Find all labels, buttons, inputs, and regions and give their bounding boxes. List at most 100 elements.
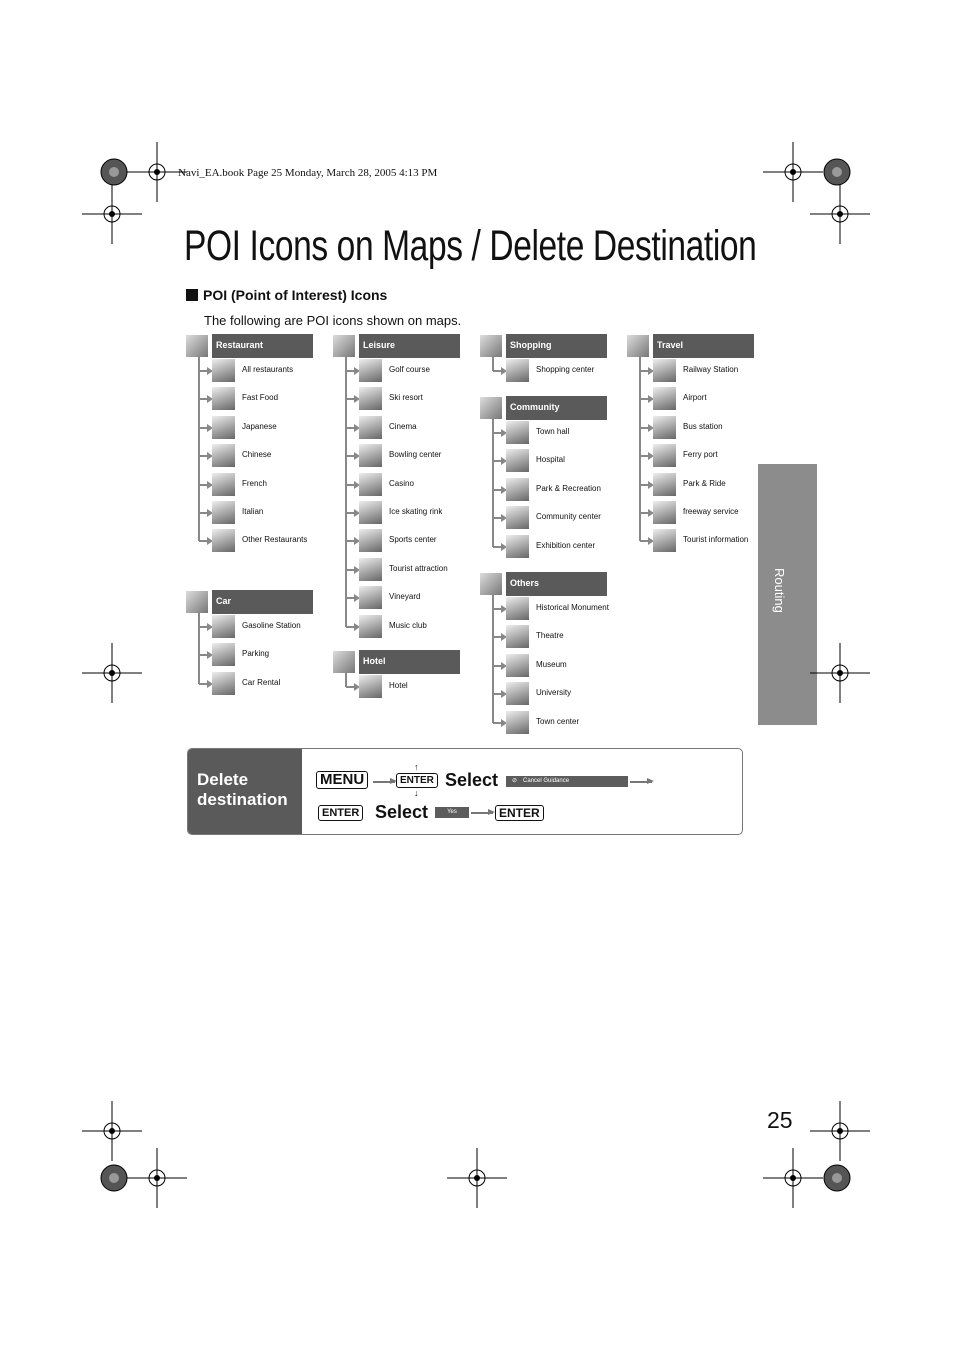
- group-header: Restaurant: [212, 334, 313, 358]
- arrow-icon: [199, 423, 213, 432]
- starburst-mark-icon: [100, 158, 128, 186]
- arrow-icon: [199, 452, 213, 461]
- arrow-icon: [640, 395, 654, 404]
- down-arrow-icon: ↓: [414, 788, 419, 798]
- poi-label: Tourist information: [683, 535, 749, 545]
- cancel-icon: ⊘: [512, 778, 518, 784]
- poi-label: Ice skating rink: [389, 507, 443, 516]
- poi-label: French: [242, 478, 267, 488]
- tree-line: [198, 612, 200, 684]
- poi-label: Town hall: [536, 427, 570, 436]
- group-header: Travel: [653, 334, 754, 358]
- tree-line: [492, 594, 494, 723]
- poi-icon: [506, 653, 529, 677]
- poi-label: Chinese: [242, 450, 272, 460]
- poi-label: Car Rental: [242, 677, 281, 687]
- delete-destination-label: Delete destination: [188, 749, 302, 834]
- poi-icon: [359, 675, 382, 698]
- poi-label: Park & Ride: [683, 478, 726, 488]
- arrow-icon: [493, 661, 507, 670]
- arrow-icon: [199, 395, 213, 404]
- poi-label: Tourist attraction: [389, 563, 448, 573]
- poi-icon: [506, 506, 529, 530]
- cancel-guidance-label: Cancel Guidance: [523, 778, 570, 784]
- poi-icon: [506, 682, 529, 706]
- section-heading: POI (Point of Interest) Icons: [186, 287, 387, 303]
- crosshair-mark-icon: [763, 1148, 823, 1208]
- arrow-icon: [493, 718, 507, 727]
- poi-label: Community center: [536, 512, 601, 522]
- group-header: Car: [212, 590, 313, 614]
- poi-label: Japanese: [242, 421, 277, 431]
- tree-line: [492, 418, 494, 547]
- poi-icon: [212, 387, 235, 411]
- starburst-mark-icon: [823, 158, 851, 186]
- poi-label: Museum: [536, 659, 567, 669]
- select-text: Select: [445, 770, 499, 790]
- poi-icon: [359, 415, 382, 439]
- poi-label: Ferry port: [683, 450, 718, 460]
- poi-label: Cinema: [389, 421, 417, 431]
- group-header: Others: [506, 572, 607, 596]
- starburst-mark-icon: [100, 1164, 128, 1192]
- poi-icon: [506, 421, 529, 444]
- shopping-category-icon: [480, 335, 502, 357]
- arrow-icon: [493, 457, 507, 466]
- delete-destination-box: Delete destination MENU ENTER ↑ ↓ Select…: [187, 748, 743, 835]
- crosshair-mark-icon: [82, 184, 142, 244]
- poi-icon: [359, 472, 382, 496]
- arrow-icon: [640, 480, 654, 489]
- arrow-icon: [493, 542, 507, 551]
- intro-text: The following are POI icons shown on map…: [204, 313, 462, 328]
- arrow-icon: [199, 537, 213, 546]
- side-tab-label: Routing: [772, 568, 787, 613]
- arrow-icon: [346, 367, 360, 375]
- yes-item: Yes: [435, 807, 469, 818]
- tree-line: [345, 672, 347, 687]
- crosshair-mark-icon: [810, 643, 870, 703]
- poi-icon: [359, 586, 382, 610]
- poi-icon: [506, 449, 529, 473]
- poi-label: Bus station: [683, 421, 723, 431]
- poi-label: Railway Station: [683, 365, 739, 374]
- arrow-icon: [199, 509, 213, 517]
- poi-icon: [653, 472, 676, 496]
- arrow-icon: [346, 537, 360, 546]
- arrow-icon: [199, 367, 213, 375]
- section-heading-text: POI (Point of Interest) Icons: [203, 287, 388, 303]
- poi-label: Historical Monument: [536, 603, 609, 612]
- poi-label: Town center: [536, 716, 580, 726]
- poi-icon: [212, 671, 235, 695]
- poi-icon: [212, 444, 235, 468]
- arrow-icon: [640, 537, 654, 546]
- square-bullet-icon: [186, 289, 198, 301]
- arrow-icon: [493, 605, 507, 613]
- crosshair-mark-icon: [82, 643, 142, 703]
- community-category-icon: [480, 397, 502, 419]
- poi-label: Vineyard: [389, 592, 421, 602]
- poi-icon: [653, 529, 676, 553]
- print-header: Navi_EA.book Page 25 Monday, March 28, 2…: [178, 167, 438, 179]
- arrow-icon: [346, 423, 360, 432]
- tree-line: [345, 356, 347, 627]
- group-header: Leisure: [359, 334, 460, 358]
- poi-label: Shopping center: [536, 365, 595, 374]
- poi-label: Casino: [389, 478, 414, 488]
- group-header: Shopping: [506, 334, 607, 358]
- poi-icon: [359, 501, 382, 524]
- poi-label: Music club: [389, 620, 427, 630]
- starburst-mark-icon: [823, 1164, 851, 1192]
- arrow-icon: [493, 485, 507, 494]
- poi-icon: [212, 501, 235, 524]
- menu-key: MENU: [316, 771, 369, 789]
- page-title: POI Icons on Maps / Delete Destination: [184, 222, 757, 270]
- arrow-icon: [199, 679, 213, 688]
- poi-icon: [212, 643, 235, 667]
- arrow-icon: [630, 778, 654, 784]
- poi-label: All restaurants: [242, 365, 294, 374]
- arrow-icon: [346, 452, 360, 461]
- enter-key: ENTER: [396, 773, 438, 788]
- enter-key: ENTER: [495, 805, 544, 821]
- poi-label: Hospital: [536, 455, 565, 465]
- poi-icon: [212, 415, 235, 439]
